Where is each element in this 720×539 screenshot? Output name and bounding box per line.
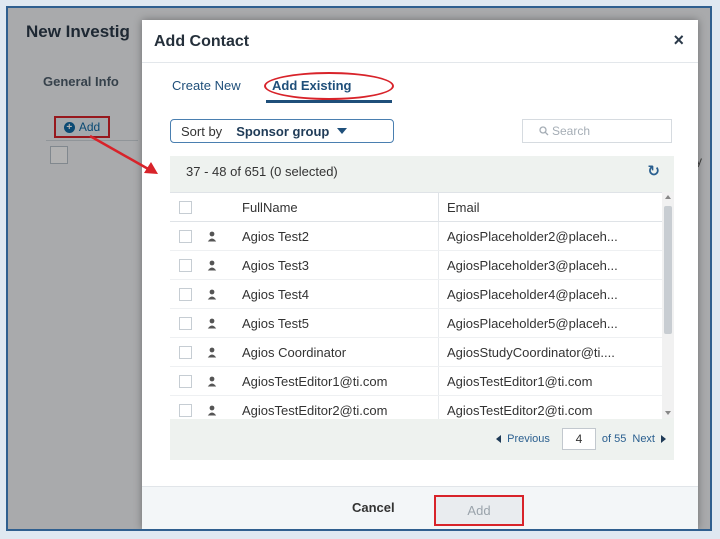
pagination: Previous 4 of 55 Next xyxy=(496,428,666,450)
table-row[interactable]: Agios Test2 AgiosPlaceholder2@placeh... xyxy=(170,222,662,251)
row-checkbox[interactable] xyxy=(170,229,200,243)
cell-email: AgiosPlaceholder5@placeh... xyxy=(438,309,662,337)
person-icon xyxy=(200,260,224,271)
add-contact-modal: Add Contact × Create New Add Existing So… xyxy=(142,20,698,529)
row-checkbox[interactable] xyxy=(170,258,200,272)
sort-dropdown[interactable]: Sort by Sponsor group xyxy=(170,119,394,143)
contacts-grid: FullName Email Agios Test2 AgiosPlacehold… xyxy=(170,192,662,419)
title-divider xyxy=(142,62,698,63)
grid-header: FullName Email xyxy=(170,193,662,222)
sort-value: Sponsor group xyxy=(236,123,330,139)
table-row[interactable]: Agios Coordinator AgiosStudyCoordinator@t… xyxy=(170,338,662,367)
table-row[interactable]: AgiosTestEditor1@ti.com AgiosTestEditor1@… xyxy=(170,367,662,396)
tab-add-existing[interactable]: Add Existing xyxy=(272,78,351,93)
search-input[interactable]: Search xyxy=(522,119,672,143)
scroll-down-icon[interactable] xyxy=(665,411,671,415)
cell-fullname: Agios Test4 xyxy=(242,286,309,302)
active-tab-underline xyxy=(266,100,392,103)
caret-down-icon xyxy=(337,128,348,134)
row-checkbox[interactable] xyxy=(170,374,200,388)
cell-fullname: Agios Test2 xyxy=(242,228,309,244)
column-header-email[interactable]: Email xyxy=(438,193,662,221)
next-arrow-icon[interactable] xyxy=(661,435,666,443)
search-placeholder: Search xyxy=(552,124,591,138)
prev-arrow-icon[interactable] xyxy=(496,435,502,443)
cell-email: AgiosTestEditor2@ti.com xyxy=(438,396,662,419)
grid-body: Agios Test2 AgiosPlaceholder2@placeh... Ag… xyxy=(170,222,662,419)
person-icon xyxy=(200,231,224,242)
selection-count: 37 - 48 of 651 (0 selected) xyxy=(186,164,338,179)
select-all-checkbox[interactable] xyxy=(170,200,200,214)
table-row[interactable]: Agios Test5 AgiosPlaceholder5@placeh... xyxy=(170,309,662,338)
cell-fullname: AgiosTestEditor2@ti.com xyxy=(242,402,388,418)
row-checkbox[interactable] xyxy=(170,287,200,301)
cell-email: AgiosPlaceholder3@placeh... xyxy=(438,251,662,279)
cell-fullname: Agios Coordinator xyxy=(242,344,347,360)
modal-footer: Cancel Add xyxy=(142,486,698,529)
row-checkbox[interactable] xyxy=(170,345,200,359)
row-checkbox[interactable] xyxy=(170,316,200,330)
cell-fullname: Agios Test3 xyxy=(242,257,309,273)
search-icon xyxy=(539,126,549,136)
scroll-thumb[interactable] xyxy=(664,206,672,334)
person-icon xyxy=(200,405,224,416)
screenshot-frame: New Investig General Info + Add y Add Co… xyxy=(6,6,712,531)
tab-create-new[interactable]: Create New xyxy=(172,78,241,93)
cancel-button[interactable]: Cancel xyxy=(352,500,395,515)
contacts-panel: 37 - 48 of 651 (0 selected) ↻ FullName E… xyxy=(170,156,674,460)
close-icon[interactable]: × xyxy=(673,30,684,51)
column-header-fullname[interactable]: FullName xyxy=(224,200,438,215)
person-icon xyxy=(200,289,224,300)
add-button[interactable]: Add xyxy=(434,495,524,526)
table-row[interactable]: AgiosTestEditor2@ti.com AgiosTestEditor2@… xyxy=(170,396,662,419)
sort-label: Sort by xyxy=(181,123,223,139)
modal-title: Add Contact xyxy=(154,33,250,50)
cell-email: AgiosTestEditor1@ti.com xyxy=(438,367,662,395)
grid-scrollbar[interactable] xyxy=(662,192,674,418)
table-row[interactable]: Agios Test3 AgiosPlaceholder3@placeh... xyxy=(170,251,662,280)
scroll-up-icon[interactable] xyxy=(665,195,671,199)
cell-email: AgiosPlaceholder4@placeh... xyxy=(438,280,662,308)
person-icon xyxy=(200,376,224,387)
cell-email: AgiosPlaceholder2@placeh... xyxy=(438,222,662,250)
person-icon xyxy=(200,347,224,358)
table-row[interactable]: Agios Test4 AgiosPlaceholder4@placeh... xyxy=(170,280,662,309)
refresh-icon[interactable]: ↻ xyxy=(647,162,660,180)
cell-fullname: AgiosTestEditor1@ti.com xyxy=(242,373,388,389)
page-total: of 55 xyxy=(601,433,627,445)
page-number-input[interactable]: 4 xyxy=(561,428,596,450)
previous-link[interactable]: Previous xyxy=(507,433,550,445)
person-icon xyxy=(200,318,224,329)
cell-fullname: Agios Test5 xyxy=(242,315,309,331)
next-link[interactable]: Next xyxy=(632,433,655,445)
cell-email: AgiosStudyCoordinator@ti.... xyxy=(438,338,662,366)
row-checkbox[interactable] xyxy=(170,403,200,417)
